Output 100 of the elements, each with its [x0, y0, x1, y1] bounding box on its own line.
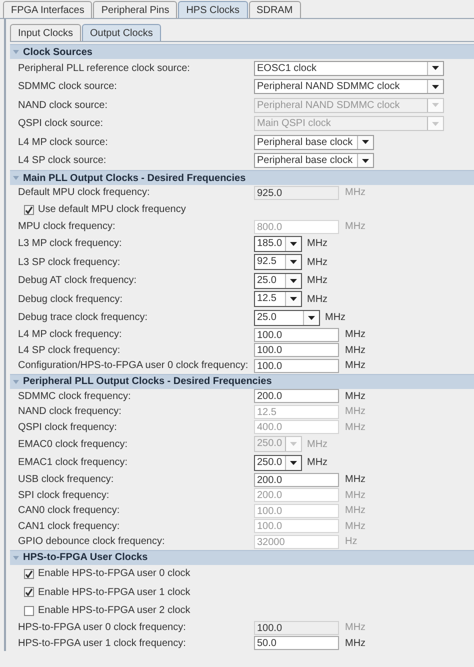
checkbox[interactable] [24, 568, 34, 579]
dropdown-arrow-icon [362, 140, 369, 144]
unit-label: MHz [345, 329, 366, 340]
input-field[interactable]: 100.0 [254, 328, 339, 342]
dropdown-arrow-icon [290, 442, 297, 446]
dropdown-arrow-icon [432, 84, 439, 89]
tab[interactable]: HPS Clocks [178, 1, 248, 18]
tab[interactable]: Output Clocks [82, 24, 161, 41]
unit-label: MHz [345, 360, 366, 372]
combo-box[interactable]: 185.0 [254, 236, 302, 252]
unit-label: MHz [345, 520, 366, 532]
field-label: L4 SP clock frequency: [18, 344, 122, 356]
field-label: Configuration/HPS-to-FPGA user 0 clock frequency: [18, 360, 250, 372]
dropdown-arrow-icon [432, 66, 439, 70]
unit-label: MHz [345, 474, 366, 486]
unit-label: MHz [345, 406, 366, 418]
checkbox-label: Enable HPS-to-FPGA user 0 clock [38, 568, 190, 580]
field-label: L3 SP clock frequency: [18, 256, 122, 268]
unit-label: MHz [345, 344, 366, 356]
dropdown[interactable]: Peripheral base clock [254, 153, 374, 168]
tab[interactable]: FPGA Interfaces [3, 1, 92, 18]
input-field[interactable]: 200.0 [254, 472, 339, 487]
field-label: Default MPU clock frequency: [18, 187, 151, 198]
dropdown-arrow-icon [432, 122, 439, 126]
field-label: GPIO debounce clock frequency: [18, 536, 166, 548]
collapse-triangle-icon [13, 380, 19, 384]
section-title: Clock Sources [23, 46, 92, 58]
field-label: SPI clock frequency: [18, 490, 110, 501]
combo-box[interactable]: 25.0 [254, 310, 320, 326]
dropdown-arrow-icon [432, 103, 439, 108]
dropdown-arrow-icon [290, 460, 297, 465]
collapse-triangle-icon [13, 556, 19, 560]
unit-label: MHz [345, 422, 366, 433]
field-label: NAND clock frequency: [18, 406, 122, 418]
dropdown[interactable]: EOSC1 clock [254, 60, 444, 76]
unit-label: MHz [345, 638, 366, 649]
section-header[interactable]: Peripheral PLL Output Clocks - Desired Frequencies [10, 374, 474, 388]
dropdown-arrow-icon [290, 278, 297, 283]
dropdown-arrow-icon [290, 297, 297, 302]
unit-label: MHz [307, 294, 328, 305]
unit-label: MHz [345, 390, 366, 402]
combo-box[interactable]: 250.0 [254, 454, 302, 471]
tab[interactable]: SDRAM [248, 1, 301, 18]
input-field: 925.0 [254, 186, 339, 200]
unit-label: Hz [345, 536, 358, 548]
dropdown-arrow-icon [290, 260, 297, 264]
field-label: HPS-to-FPGA user 1 clock frequency: [18, 638, 187, 649]
field-label: Debug clock frequency: [18, 294, 124, 305]
input-field[interactable]: 50.0 [254, 636, 339, 650]
tab[interactable]: Input Clocks [10, 24, 82, 41]
checkbox-label: Use default MPU clock frequency [38, 204, 186, 216]
checkbox-label: Enable HPS-to-FPGA user 2 clock [38, 605, 190, 616]
field-label: Debug AT clock frequency: [18, 275, 138, 286]
field-label: NAND clock source: [18, 100, 108, 111]
unit-label: MHz [307, 275, 328, 286]
field-label: EMAC1 clock frequency: [18, 457, 128, 468]
field-label: MPU clock frequency: [18, 221, 116, 232]
checkbox[interactable] [24, 204, 34, 215]
field-label: L4 MP clock source: [18, 136, 109, 148]
field-label: QSPI clock source: [18, 118, 104, 130]
dropdown[interactable]: Peripheral NAND SDMMC clock [254, 79, 444, 94]
field-label: EMAC0 clock frequency: [18, 438, 128, 450]
dropdown-arrow-icon [308, 316, 315, 320]
checkbox-label: Enable HPS-to-FPGA user 1 clock [38, 586, 190, 598]
field-label: L4 MP clock frequency: [18, 329, 123, 340]
combo-box[interactable]: 25.0 [254, 272, 302, 289]
collapse-triangle-icon [13, 176, 19, 180]
unit-label: MHz [307, 256, 328, 268]
dropdown-arrow-icon [290, 242, 297, 246]
dropdown-arrow-icon [362, 158, 369, 163]
input-field[interactable]: 100.0 [254, 358, 339, 373]
section-title: Main PLL Output Clocks - Desired Frequencies [23, 172, 246, 184]
field-label: SDMMC clock source: [18, 81, 118, 92]
section-header[interactable]: Main PLL Output Clocks - Desired Frequencies [10, 170, 474, 185]
field-label: L4 SP clock source: [18, 155, 108, 166]
field-label: Debug trace clock frequency: [18, 312, 149, 324]
unit-label: MHz [345, 187, 366, 198]
checkbox[interactable] [24, 606, 34, 616]
tab[interactable]: Peripheral Pins [93, 1, 178, 18]
unit-label: MHz [345, 505, 366, 516]
unit-label: MHz [307, 438, 328, 450]
input-field[interactable]: 200.0 [254, 389, 339, 404]
section-header[interactable]: HPS-to-FPGA User Clocks [10, 550, 474, 564]
combo-box[interactable]: 92.5 [254, 254, 302, 270]
field-label: CAN0 clock frequency: [18, 505, 121, 516]
unit-label: MHz [345, 622, 366, 634]
field-label: SDMMC clock frequency: [18, 390, 132, 402]
field-label: USB clock frequency: [18, 474, 115, 486]
field-label: QSPI clock frequency: [18, 422, 118, 433]
unit-label: MHz [307, 238, 328, 250]
checkbox[interactable] [24, 587, 34, 598]
dropdown[interactable]: Peripheral base clock [254, 134, 374, 150]
combo-box[interactable]: 12.5 [254, 291, 302, 308]
field-label: Peripheral PLL reference clock source: [18, 62, 191, 74]
section-header[interactable]: Clock Sources [10, 44, 474, 59]
section-title: HPS-to-FPGA User Clocks [23, 552, 148, 563]
input-field[interactable]: 100.0 [254, 343, 339, 358]
collapse-triangle-icon [13, 50, 19, 54]
unit-label: MHz [307, 457, 328, 468]
section-title: Peripheral PLL Output Clocks - Desired Frequencies [23, 376, 272, 387]
